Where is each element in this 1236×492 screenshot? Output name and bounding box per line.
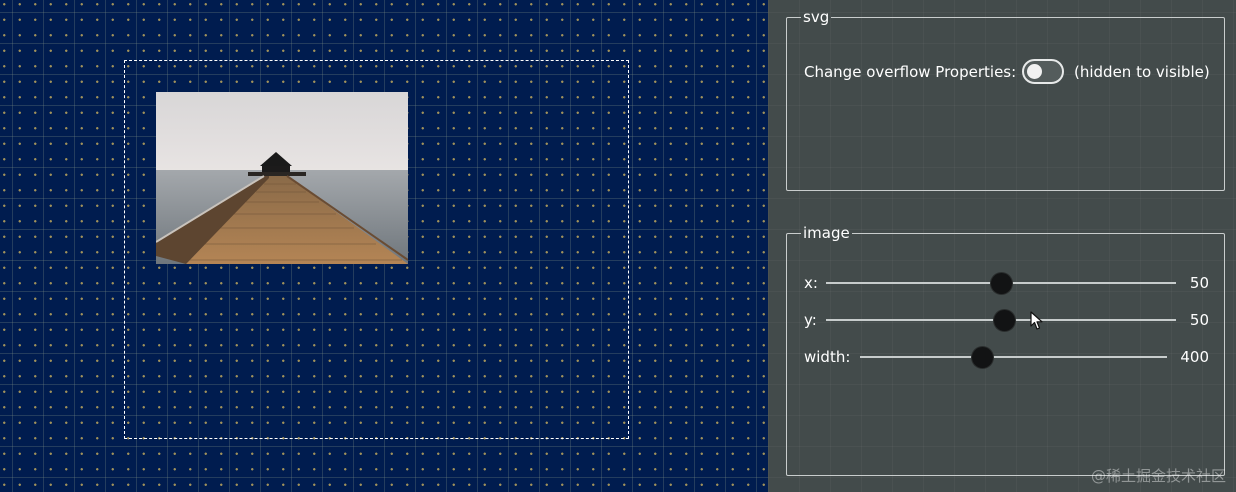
svg-legend: svg (803, 8, 830, 26)
svg-stage (0, 0, 768, 492)
slider-label-y: y: (804, 311, 817, 329)
slider-label-x: x: (804, 274, 818, 292)
slider-row-y: y: 50 (804, 308, 1209, 332)
slider-value-y: 50 (1189, 311, 1209, 329)
watermark: @稀土掘金技术社区 (1090, 467, 1226, 485)
pier-image (156, 92, 408, 264)
overflow-toggle-row: Change overflow Properties: (hidden to v… (804, 59, 1214, 85)
overflow-toggle-label: Change overflow Properties: (804, 63, 1017, 81)
overflow-toggle-switch[interactable] (1022, 59, 1064, 84)
slider-row-x: x: 50 (804, 271, 1209, 295)
slider-value-width: 400 (1180, 348, 1209, 366)
pier-photo (156, 92, 408, 264)
mouse-pointer-icon (1030, 311, 1043, 330)
slider-value-x: 50 (1189, 274, 1209, 292)
overflow-toggle-hint: (hidden to visible) (1074, 63, 1210, 81)
image-fieldset: image x: 50 y: 50 width: 400 (786, 226, 1225, 476)
slider-row-width: width: 400 (804, 345, 1209, 369)
slider-thumb-x[interactable] (991, 273, 1012, 294)
svg-fieldset: svg Change overflow Properties: (hidden … (786, 10, 1225, 191)
slider-label-width: width: (804, 348, 851, 366)
slider-track-width[interactable] (860, 356, 1167, 358)
controls-panel: svg Change overflow Properties: (hidden … (768, 0, 1236, 492)
toggle-knob (1027, 64, 1042, 79)
slider-thumb-width[interactable] (972, 347, 993, 368)
image-legend: image (803, 224, 850, 242)
slider-thumb-y[interactable] (994, 310, 1015, 331)
